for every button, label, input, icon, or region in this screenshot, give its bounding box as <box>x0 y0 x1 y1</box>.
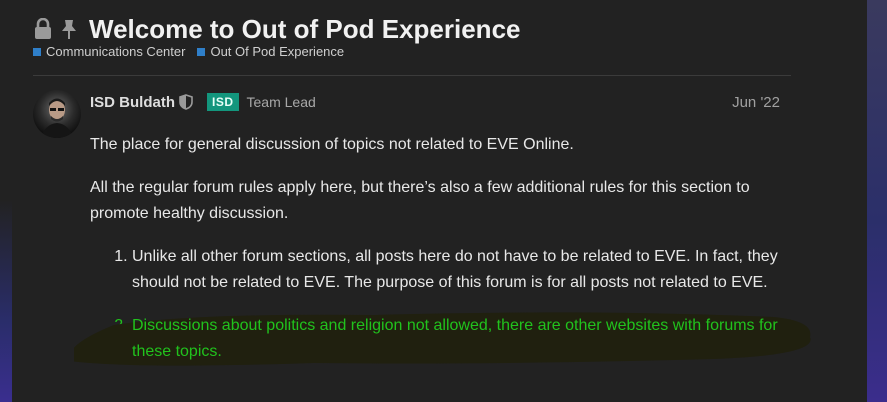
pin-icon <box>59 18 79 40</box>
rules-list: Unlike all other forum sections, all pos… <box>74 244 811 366</box>
user-title: Team Lead <box>246 94 316 110</box>
category-label: Communications Center <box>46 44 186 59</box>
category-link-out-of-pod-experience[interactable]: Out Of Pod Experience <box>197 44 344 59</box>
list-item-highlighted: Discussions about politics and religion … <box>74 312 811 366</box>
breadcrumb: Communications Center Out Of Pod Experie… <box>33 44 344 59</box>
window-edge-right <box>867 0 887 402</box>
topic-title[interactable]: Welcome to Out of Pod Experience <box>89 14 521 45</box>
post-date[interactable]: Jun '22 <box>732 94 780 111</box>
group-flair-badge[interactable]: ISD <box>207 93 239 111</box>
moderator-shield-icon <box>179 94 193 110</box>
category-color-badge <box>33 47 41 56</box>
category-link-communications-center[interactable]: Communications Center <box>33 44 185 59</box>
list-item: Unlike all other forum sections, all pos… <box>132 244 790 296</box>
author-name[interactable]: ISD Buldath <box>90 94 175 111</box>
post-paragraph: The place for general discussion of topi… <box>90 136 574 153</box>
window-edge-left <box>0 200 12 402</box>
post-body: The place for general discussion of topi… <box>74 132 811 382</box>
title-divider <box>33 75 791 76</box>
post-paragraph: All the regular forum rules apply here, … <box>90 179 750 222</box>
category-color-badge <box>197 47 206 56</box>
highlight-marker <box>74 312 811 366</box>
avatar[interactable] <box>33 90 81 138</box>
category-label: Out Of Pod Experience <box>210 44 345 59</box>
rule-text: Unlike all other forum sections, all pos… <box>132 248 778 291</box>
topic-title-row: Welcome to Out of Pod Experience <box>33 12 521 46</box>
lock-icon <box>33 17 53 40</box>
post-header: ISD Buldath ISD Team Lead Jun '22 <box>90 91 780 113</box>
